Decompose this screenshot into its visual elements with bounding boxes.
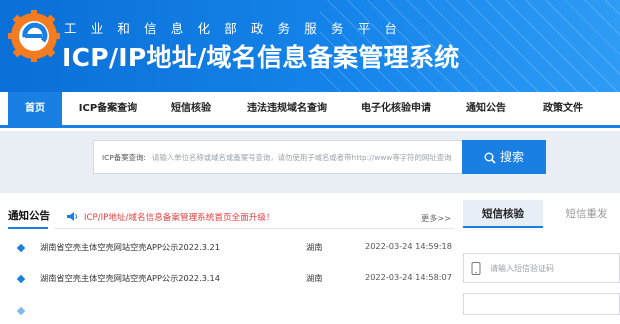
- notice-date: 2022-03-24 14:59:18: [365, 241, 452, 251]
- main-nav: 首页 ICP备案查询 短信核验 违法违规域名查询 电子化核验申请 通知公告 政策…: [0, 92, 620, 128]
- notice-title[interactable]: 湖南省空壳主体空壳网站空壳APP公示2022.3.21: [40, 241, 220, 253]
- notice-row[interactable]: 湖南省空壳主体空壳网站空壳APP公示2022.3.14 湖南 2022-03-2…: [0, 268, 460, 292]
- bullet-icon: [16, 274, 26, 284]
- search-prefix-label: ICP备案查询:: [102, 153, 146, 162]
- search-placeholder: 请输入单位名称或域名或备案号查询，请勿使用子域名或者带http://www等字符…: [152, 153, 452, 162]
- notice-heading-underline: [8, 227, 48, 229]
- page-header: 工业和信息化部政务服务平台 ICP/IP地址/域名信息备案管理系统: [0, 0, 620, 92]
- tab-sms-verify[interactable]: 短信核验: [463, 200, 543, 228]
- speaker-icon: [67, 212, 77, 221]
- sms-code-input[interactable]: 请输入短信验证码: [463, 253, 620, 283]
- bullet-icon: [16, 243, 26, 253]
- nav-home[interactable]: 首页: [8, 92, 62, 125]
- nav-icp-query[interactable]: ICP备案查询: [70, 92, 146, 125]
- notice-title[interactable]: 湖南省空壳主体空壳网站空壳APP公示2022.3.14: [40, 272, 220, 284]
- nav-notices[interactable]: 通知公告: [456, 92, 516, 125]
- sms-code-placeholder: 请输入短信验证码: [490, 264, 554, 273]
- phone-icon: [471, 262, 481, 275]
- notice-region: 湖南: [306, 273, 323, 283]
- divider: [54, 228, 454, 229]
- nav-e-verify-apply[interactable]: 电子化核验申请: [352, 92, 440, 125]
- system-title: ICP/IP地址/域名信息备案管理系统: [62, 43, 460, 72]
- search-area: ICP备案查询: 请输入单位名称或域名或备案号查询，请勿使用子域名或者带http…: [0, 131, 620, 193]
- announcement-link[interactable]: ICP/IP地址/域名信息备案管理系统首页全面升级！: [84, 211, 275, 223]
- notice-region: 湖南: [306, 242, 323, 252]
- bullet-icon: [16, 306, 26, 316]
- miit-logo-icon: [8, 10, 60, 62]
- search-input[interactable]: ICP备案查询: 请输入单位名称或域名或备案号查询，请勿使用子域名或者带http…: [93, 140, 463, 174]
- notice-row[interactable]: 湖南省空壳主体空壳网站空壳APP公示2022.3.21 湖南 2022-03-2…: [0, 237, 460, 261]
- notice-heading[interactable]: 通知公告: [8, 208, 50, 223]
- platform-subtitle: 工业和信息化部政务服务平台: [64, 21, 412, 36]
- more-link[interactable]: 更多>>: [421, 212, 451, 224]
- nav-sms-verify[interactable]: 短信核验: [160, 92, 222, 125]
- sms-second-input[interactable]: [463, 293, 620, 315]
- search-button-label: 搜索: [499, 150, 524, 164]
- notice-date: 2022-03-24 14:58:07: [365, 272, 452, 282]
- notice-row[interactable]: [0, 300, 460, 324]
- nav-illegal-domain-query[interactable]: 违法违规域名查询: [236, 92, 338, 125]
- search-button[interactable]: 搜索: [462, 140, 546, 174]
- nav-policy-docs[interactable]: 政策文件: [532, 92, 594, 125]
- search-icon: [484, 152, 496, 164]
- tab-sms-resend[interactable]: 短信重发: [553, 200, 620, 228]
